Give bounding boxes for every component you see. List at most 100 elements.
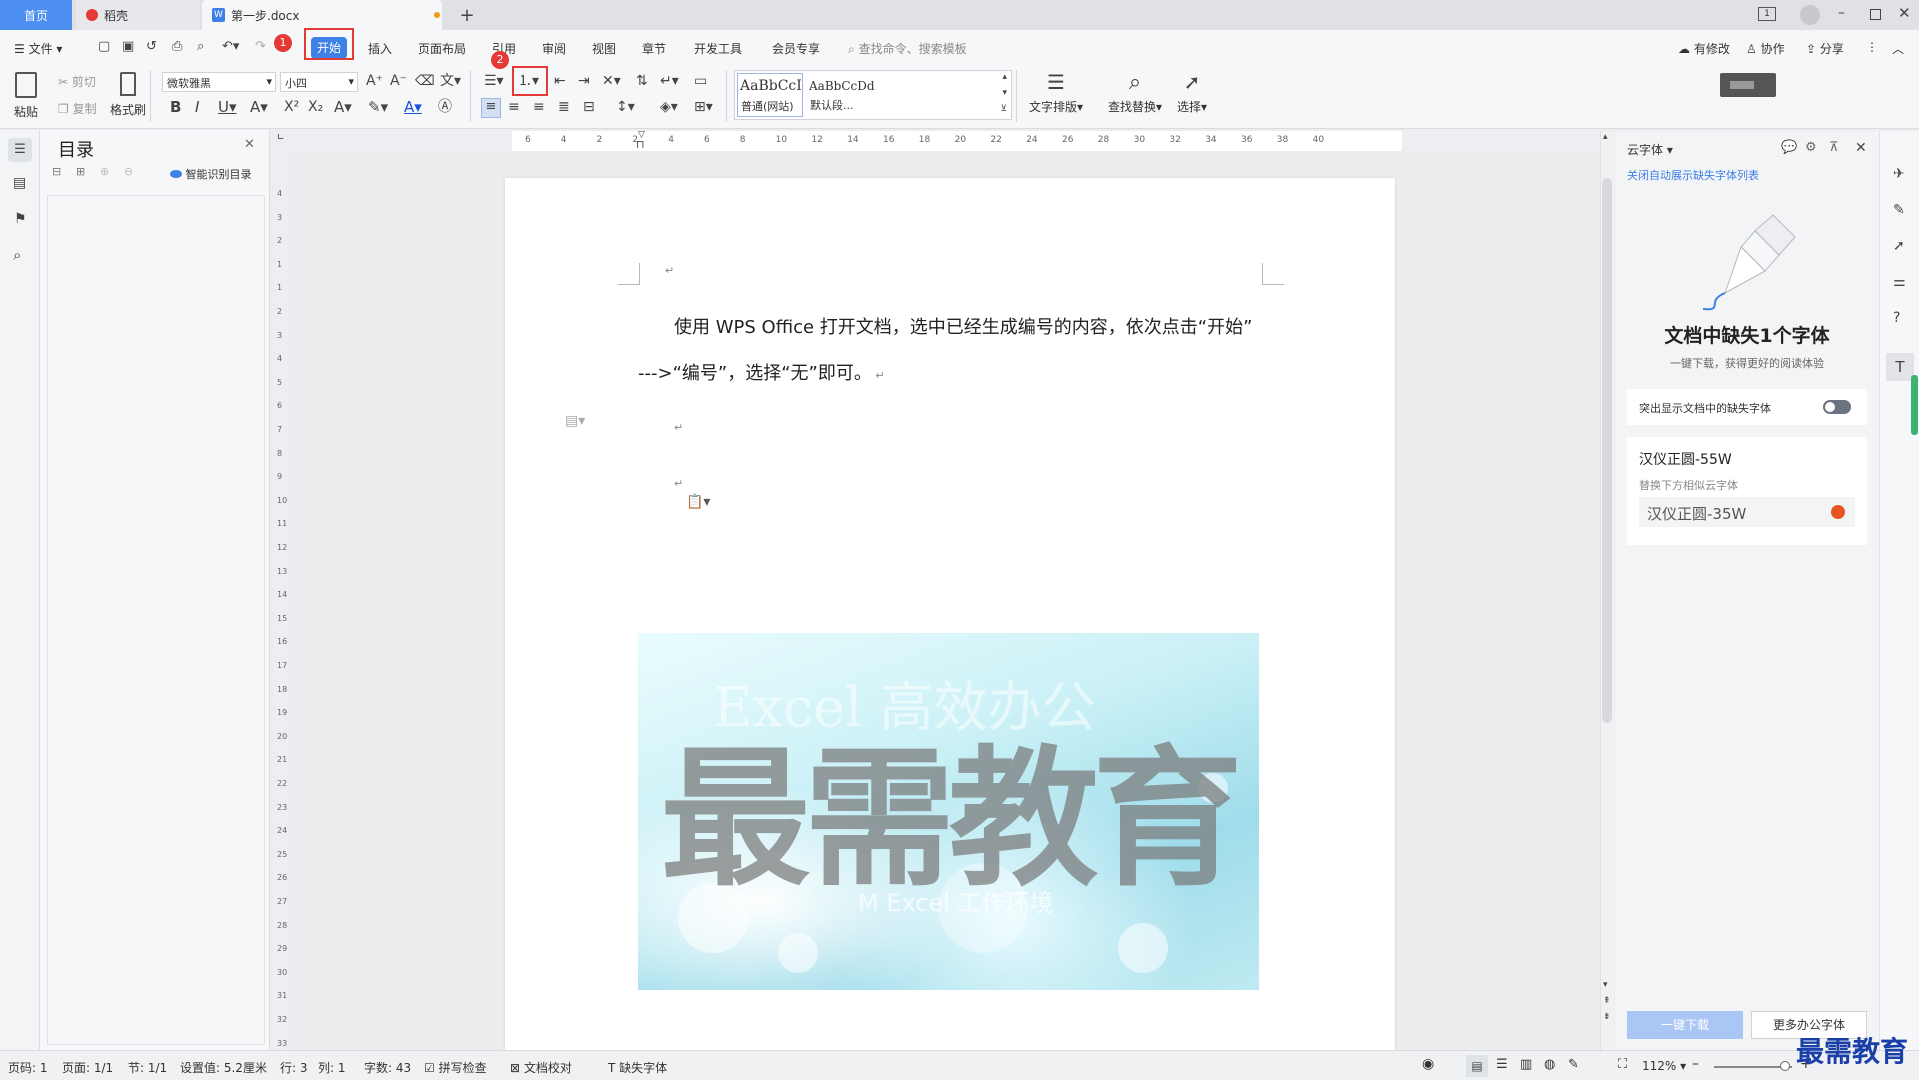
menu-insert[interactable]: 插入 [368,40,392,57]
new-tab-button[interactable]: + [452,0,482,30]
redo-icon[interactable]: ↷ [255,40,266,53]
chinese-layout-icon[interactable]: ✕▾ [602,74,621,88]
avatar[interactable] [1800,5,1820,25]
menu-review[interactable]: 审阅 [542,40,566,57]
select-button[interactable]: ➚ 选择▾ [1172,72,1212,115]
remove-item-icon[interactable]: ⊖ [124,166,133,177]
add-item-icon[interactable]: ⊕ [100,166,109,177]
underline-icon[interactable]: U▾ [218,100,237,115]
status-row[interactable]: 行: 3 [280,1059,308,1076]
pen-icon[interactable]: ✎ [1893,203,1905,217]
menu-dev-tools[interactable]: 开发工具 [694,40,742,57]
decrease-indent-icon[interactable]: ⇤ [554,74,566,88]
cloud-font-dropdown[interactable]: 云字体 ▾ [1627,141,1673,158]
menu-member[interactable]: 会员专享 [772,40,820,57]
paragraph-line-2[interactable]: --->“编号”，选择“无”即可。 ↵ [638,359,885,385]
doc-proof-button[interactable]: ⊠ 文档校对 [510,1059,572,1076]
chapter-nav-icon[interactable]: ▤ [13,176,26,190]
gear-icon[interactable]: ⚙ [1805,141,1817,154]
tab-stop-icon[interactable]: ∟ [277,133,287,143]
style-normal-web[interactable]: AaBbCcI 普通(网站) [737,73,803,117]
tab-daoke[interactable]: 稻壳 [76,0,200,30]
sliders-icon[interactable]: ⚌ [1893,275,1906,289]
zoom-out-icon[interactable]: – [1692,1056,1699,1072]
print-icon[interactable]: ⎙ [172,40,182,53]
justify-icon[interactable]: ≣ [558,100,570,114]
read-view-icon[interactable]: ▥ [1520,1057,1532,1072]
char-border-icon[interactable]: Ⓐ [438,100,452,114]
close-pane-icon[interactable]: ✕ [1855,141,1867,155]
close-auto-show-link[interactable]: 关闭自动展示缺失字体列表 [1627,167,1759,183]
prev-page-icon[interactable]: ⇞ [1603,997,1611,1006]
smart-toc-button[interactable]: 智能识别目录 [170,166,252,182]
zoom-dropdown[interactable]: 112% ▾ [1642,1059,1686,1073]
new-doc-icon[interactable]: ▢ [98,40,110,53]
highlight-icon[interactable]: ✎▾ [368,100,388,115]
clear-format-icon[interactable]: ⌫ [415,74,435,88]
font-color-icon[interactable]: A▾ [404,100,422,115]
style-default-para[interactable]: AaBbCcDd 默认段... [807,73,887,117]
grow-font-icon[interactable]: A⁺ [366,74,383,88]
increase-indent-icon[interactable]: ⇥ [578,74,590,88]
line-spacing-icon[interactable]: ↕▾ [616,100,635,114]
close-window-icon[interactable]: ✕ [1898,6,1911,21]
has-changes-button[interactable]: ☁ 有修改 [1678,40,1730,57]
collapse-ribbon-icon[interactable]: ︿ [1892,40,1904,57]
bullet-list-icon[interactable]: ☰▾ [484,74,504,88]
save-icon[interactable]: ▣ [122,40,134,53]
menu-chapter[interactable]: 章节 [642,40,666,57]
bold-icon[interactable]: B [170,100,181,115]
cut-button[interactable]: ✂ 剪切 [58,73,96,90]
document-image[interactable]: Excel 高效办公 最需教育 M Excel 工作环境 [638,633,1259,990]
scroll-up-icon[interactable]: ▴ [1603,133,1608,142]
show-marks-icon[interactable]: ↵▾ [660,74,679,88]
italic-icon[interactable]: I [195,100,199,115]
find-replace-button[interactable]: ⌕ 查找替换▾ [1104,72,1166,115]
highlight-missing-fonts-toggle[interactable] [1823,400,1851,414]
write-view-icon[interactable]: ✎ [1568,1057,1579,1072]
shading-icon[interactable]: ◈▾ [660,100,678,114]
next-page-icon[interactable]: ⇟ [1603,1013,1611,1022]
output-icon[interactable]: ↺ [146,40,157,53]
superscript-icon[interactable]: X² [284,100,299,114]
status-word-count[interactable]: 字数: 43 [364,1059,411,1076]
command-search[interactable]: ⌕ 查找命令、搜索模板 [848,40,967,57]
close-pane-icon[interactable]: ✕ [244,138,255,151]
scroll-down-icon[interactable]: ▾ [1603,981,1608,990]
rocket-icon[interactable]: ✈ [1893,167,1905,181]
zoom-slider-handle[interactable] [1780,1061,1790,1071]
align-center-icon[interactable]: ≡ [508,100,520,114]
copy-button[interactable]: ❐ 复制 [58,100,97,117]
collaborate-button[interactable]: ♙ 协作 [1746,40,1785,57]
text-effect-icon[interactable]: A▾ [334,100,352,115]
phonetic-icon[interactable]: 文▾ [440,74,461,88]
border-icon[interactable]: ⊞▾ [694,100,713,114]
tab-home[interactable]: 首页 [0,0,72,30]
missing-font-button[interactable]: T 缺失字体 [608,1059,667,1076]
more-icon[interactable]: ⋮ [1866,40,1878,54]
align-left-button[interactable]: ≡ [481,98,501,118]
strikethrough-icon[interactable]: A▾ [250,100,268,115]
style-scroll-down-icon[interactable]: ▾ [1002,89,1007,98]
pin-icon[interactable]: ⊼ [1829,141,1839,154]
font-size-select[interactable]: 小四 ▾ [280,72,358,92]
undo-icon[interactable]: ↶▾ [222,40,239,53]
tab-document[interactable]: W 第一步.docx [202,0,442,30]
fit-page-icon[interactable]: ⛶ [1618,1057,1627,1072]
share-button[interactable]: ⇪ 分享 [1806,40,1844,57]
numbered-list-icon[interactable]: ⒈▾ [518,74,539,88]
font-family-select[interactable]: 微软雅黑 ▾ [162,72,276,92]
status-setting[interactable]: 设置值: 5.2厘米 [180,1059,267,1076]
collapse-all-icon[interactable]: ⊟ [52,166,61,177]
expand-all-icon[interactable]: ⊞ [76,166,85,177]
style-scroll-up-icon[interactable]: ▴ [1002,73,1007,82]
distribute-icon[interactable]: ⊟ [583,100,595,114]
minimize-icon[interactable]: – [1838,6,1845,20]
file-menu[interactable]: ☰ 文件 ▾ [14,40,62,57]
recording-widget[interactable] [1720,73,1776,97]
spell-check-button[interactable]: ☑ 拼写检查 [424,1059,487,1076]
one-click-download-button[interactable]: 一键下载 [1627,1011,1743,1039]
toc-view-button[interactable]: ☰ [8,138,32,162]
sort-icon[interactable]: ⇅ [636,74,648,88]
text-layout-button[interactable]: ☰ 文字排版▾ [1026,72,1086,115]
